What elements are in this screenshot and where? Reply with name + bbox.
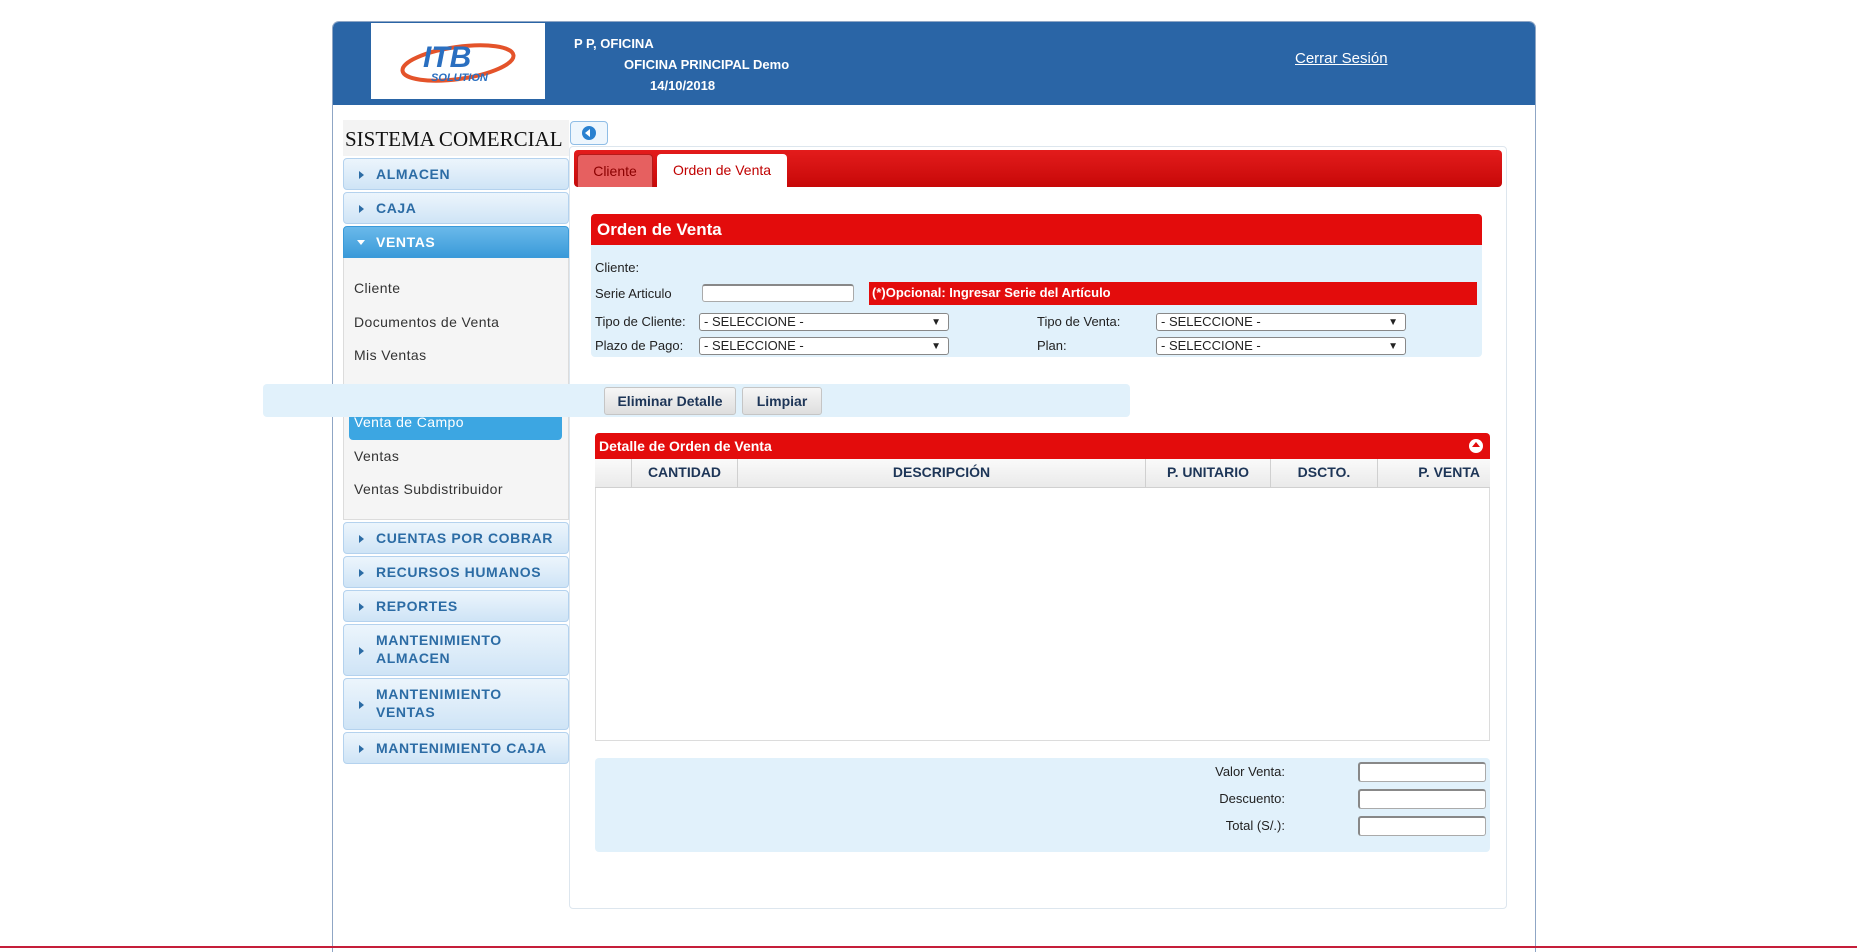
logout-link[interactable]: Cerrar Sesión <box>1295 50 1388 67</box>
submenu-item-documentos-de-venta[interactable]: Documentos de Venta <box>344 306 568 340</box>
serie-label: Serie Articulo <box>595 286 672 301</box>
tipo-venta-label: Tipo de Venta: <box>1037 314 1121 329</box>
plan-label: Plan: <box>1037 338 1067 353</box>
caret-right-icon <box>359 701 364 709</box>
office-name: OFICINA PRINCIPAL Demo <box>624 57 790 72</box>
caret-right-icon <box>359 171 364 179</box>
select-value: - SELECCIONE - <box>1161 338 1261 353</box>
column-cantidad[interactable]: CANTIDAD <box>632 459 738 487</box>
menu-mantenimiento-ventas[interactable]: MANTENIMIENTO VENTAS <box>343 678 569 730</box>
valor-venta-field[interactable] <box>1358 762 1486 782</box>
caret-right-icon <box>359 603 364 611</box>
caret-right-icon <box>359 569 364 577</box>
submenu-item-ventas[interactable]: Ventas <box>344 440 568 474</box>
collapse-sidebar-button[interactable] <box>570 121 608 145</box>
tab-bar: Cliente Orden de Venta <box>574 150 1502 187</box>
tipo-cliente-select[interactable]: - SELECCIONE - ▼ <box>699 313 949 331</box>
collapse-up-icon[interactable] <box>1469 439 1483 453</box>
menu-label: MANTENIMIENTO CAJA <box>376 740 547 756</box>
menu-almacen[interactable]: ALMACEN <box>343 158 569 190</box>
caret-right-icon <box>359 205 364 213</box>
sidebar: SISTEMA COMERCIAL ALMACEN CAJA VENTAS Cl… <box>343 120 569 764</box>
detail-grid-header: CANTIDAD DESCRIPCIÓN P. UNITARIO DSCTO. … <box>595 459 1490 488</box>
menu-label: ALMACEN <box>376 166 451 182</box>
plan-select[interactable]: - SELECCIONE - ▼ <box>1156 337 1406 355</box>
submenu-item-ventas-subdistribuidor[interactable]: Ventas Subdistribuidor <box>344 473 568 507</box>
tipo-cliente-label: Tipo de Cliente: <box>595 314 686 329</box>
svg-text:SOLUTION: SOLUTION <box>431 72 489 84</box>
menu-label-line: ALMACEN <box>376 650 451 666</box>
plazo-pago-select[interactable]: - SELECCIONE - ▼ <box>699 337 949 355</box>
menu-mantenimiento-almacen[interactable]: MANTENIMIENTO ALMACEN <box>343 624 569 676</box>
serie-input[interactable] <box>702 284 854 302</box>
dropdown-arrow-icon: ▼ <box>1388 317 1398 328</box>
submenu-item-cliente[interactable]: Cliente <box>344 272 568 306</box>
cliente-label: Cliente: <box>595 260 640 275</box>
column-dscto[interactable]: DSCTO. <box>1271 459 1378 487</box>
company-logo: ITB SOLUTION <box>371 23 545 99</box>
total-label: Total (S/.): <box>1225 818 1285 833</box>
menu-label: MANTENIMIENTO VENTAS <box>376 685 502 721</box>
chevron-left-icon <box>582 126 596 140</box>
menu-label: REPORTES <box>376 598 458 614</box>
serie-note: (*)Opcional: Ingresar Serie del Artículo <box>869 282 1477 305</box>
total-field[interactable] <box>1358 816 1486 836</box>
tab-orden-de-venta[interactable]: Orden de Venta <box>657 154 787 187</box>
menu-label-line: VENTAS <box>376 704 436 720</box>
system-title: SISTEMA COMERCIAL <box>343 120 569 156</box>
svg-text:ITB: ITB <box>423 41 471 74</box>
select-value: - SELECCIONE - <box>704 338 804 353</box>
menu-cuentas-por-cobrar[interactable]: CUENTAS POR COBRAR <box>343 522 569 554</box>
menu-label: RECURSOS HUMANOS <box>376 564 542 580</box>
plazo-pago-label: Plazo de Pago: <box>595 338 684 353</box>
caret-down-icon <box>357 240 365 245</box>
menu-label: CAJA <box>376 200 417 216</box>
menu-ventas[interactable]: VENTAS <box>343 226 569 258</box>
menu-reportes[interactable]: REPORTES <box>343 590 569 622</box>
column-p-venta[interactable]: P. VENTA <box>1378 459 1490 487</box>
select-value: - SELECCIONE - <box>704 314 804 329</box>
tipo-venta-select[interactable]: - SELECCIONE - ▼ <box>1156 313 1406 331</box>
eliminar-detalle-button[interactable]: Eliminar Detalle <box>604 387 736 415</box>
submenu-item-mis-ventas[interactable]: Mis Ventas <box>344 339 568 373</box>
menu-label: VENTAS <box>376 234 436 250</box>
column-p-unitario[interactable]: P. UNITARIO <box>1146 459 1271 487</box>
descuento-label: Descuento: <box>1219 791 1285 806</box>
menu-label-line: MANTENIMIENTO <box>376 686 502 702</box>
session-date: 14/10/2018 <box>650 78 716 93</box>
detail-grid-title-text: Detalle de Orden de Venta <box>599 438 772 454</box>
totals-panel <box>595 758 1490 852</box>
dropdown-arrow-icon: ▼ <box>931 317 941 328</box>
caret-right-icon <box>359 647 364 655</box>
detail-grid-body <box>595 459 1490 741</box>
menu-recursos-humanos[interactable]: RECURSOS HUMANOS <box>343 556 569 588</box>
menu-label: CUENTAS POR COBRAR <box>376 530 553 546</box>
caret-right-icon <box>359 745 364 753</box>
select-value: - SELECCIONE - <box>1161 314 1261 329</box>
tab-cliente[interactable]: Cliente <box>577 154 653 187</box>
menu-label: MANTENIMIENTO ALMACEN <box>376 631 502 667</box>
descuento-field[interactable] <box>1358 789 1486 809</box>
menu-caja[interactable]: CAJA <box>343 192 569 224</box>
top-header: ITB SOLUTION P P, OFICINA OFICINA PRINCI… <box>333 22 1535 105</box>
valor-venta-label: Valor Venta: <box>1215 764 1285 779</box>
dropdown-arrow-icon: ▼ <box>931 341 941 352</box>
footer-divider <box>0 946 1857 948</box>
dropdown-arrow-icon: ▼ <box>1388 341 1398 352</box>
limpiar-button[interactable]: Limpiar <box>742 387 822 415</box>
menu-mantenimiento-caja[interactable]: MANTENIMIENTO CAJA <box>343 732 569 764</box>
menu-label-line: MANTENIMIENTO <box>376 632 502 648</box>
section-title: Orden de Venta <box>591 214 1482 245</box>
column-select <box>595 459 632 487</box>
caret-right-icon <box>359 535 364 543</box>
detail-grid-title: Detalle de Orden de Venta <box>595 433 1490 459</box>
column-descripcion[interactable]: DESCRIPCIÓN <box>738 459 1146 487</box>
user-name: P P, OFICINA <box>574 36 654 51</box>
